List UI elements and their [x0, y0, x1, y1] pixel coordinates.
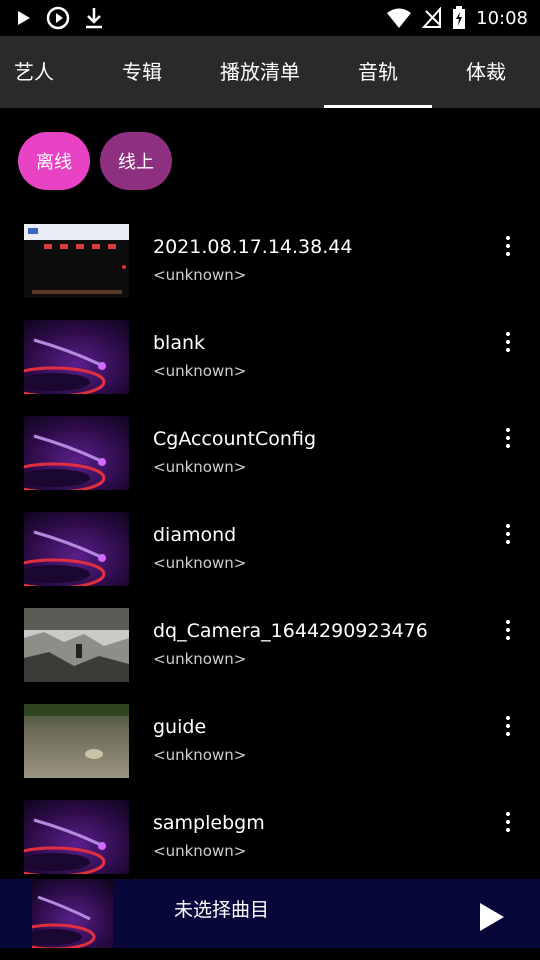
track-thumbnail [24, 512, 129, 586]
track-title: dq_Camera_1644290923476 [153, 620, 428, 642]
track-artist: <unknown> [153, 650, 247, 668]
battery-icon [453, 6, 466, 29]
download-status-icon [86, 8, 102, 29]
track-thumbnail [24, 800, 129, 874]
track-title: 2021.08.17.14.38.44 [153, 236, 353, 258]
track-row[interactable]: blank <unknown> [0, 306, 540, 402]
track-title: CgAccountConfig [153, 428, 317, 450]
track-title: guide [153, 716, 207, 738]
status-bar: 10:08 [0, 0, 540, 36]
tab-artists[interactable]: 艺人 [0, 36, 68, 108]
track-row[interactable]: samplebgm <unknown> [0, 786, 540, 882]
track-artist: <unknown> [153, 362, 247, 380]
chip-online[interactable]: 线上 [100, 132, 172, 190]
track-row[interactable]: guide <unknown> [0, 690, 540, 786]
track-thumbnail [24, 704, 129, 778]
status-time: 10:08 [476, 7, 528, 29]
tab-indicator [324, 105, 432, 108]
track-row[interactable]: diamond <unknown> [0, 498, 540, 594]
mini-player[interactable]: 未选择曲目 [0, 879, 540, 948]
more-options-icon[interactable] [504, 618, 512, 642]
tab-bar: 艺人 专辑 播放清单 音轨 体裁 [0, 36, 540, 108]
tab-albums[interactable]: 专辑 [104, 36, 180, 108]
play-circle-status-icon [46, 6, 70, 30]
track-title: samplebgm [153, 812, 265, 834]
play-status-icon [18, 11, 30, 25]
more-options-icon[interactable] [504, 234, 512, 258]
track-title: diamond [153, 524, 237, 546]
chip-offline[interactable]: 离线 [18, 132, 90, 190]
source-filter: 离线 线上 [18, 132, 172, 190]
track-artist: <unknown> [153, 554, 247, 572]
more-options-icon[interactable] [504, 810, 512, 834]
tab-tracks[interactable]: 音轨 [324, 36, 432, 108]
more-options-icon[interactable] [504, 426, 512, 450]
track-artist: <unknown> [153, 746, 247, 764]
track-row[interactable]: dq_Camera_1644290923476 <unknown> [0, 594, 540, 690]
track-row[interactable]: 2021.08.17.14.38.44 <unknown> [0, 210, 540, 306]
track-artist: <unknown> [153, 266, 247, 284]
track-title: blank [153, 332, 206, 354]
more-options-icon[interactable] [504, 330, 512, 354]
more-options-icon[interactable] [504, 714, 512, 738]
track-thumbnail [24, 608, 129, 682]
track-artist: <unknown> [153, 458, 247, 476]
tab-genres[interactable]: 体裁 [448, 36, 524, 108]
track-thumbnail [24, 416, 129, 490]
more-options-icon[interactable] [504, 522, 512, 546]
track-row[interactable]: CgAccountConfig <unknown> [0, 402, 540, 498]
tab-playlists[interactable]: 播放清单 [200, 36, 320, 108]
nav-bar [0, 948, 540, 960]
player-track-title: 未选择曲目 [174, 899, 270, 921]
play-button[interactable] [478, 901, 506, 933]
track-artist: <unknown> [153, 842, 247, 860]
wifi-icon [387, 8, 412, 28]
track-thumbnail [24, 320, 129, 394]
no-signal-icon [422, 7, 442, 28]
player-thumbnail [32, 879, 113, 948]
track-thumbnail [24, 224, 129, 298]
